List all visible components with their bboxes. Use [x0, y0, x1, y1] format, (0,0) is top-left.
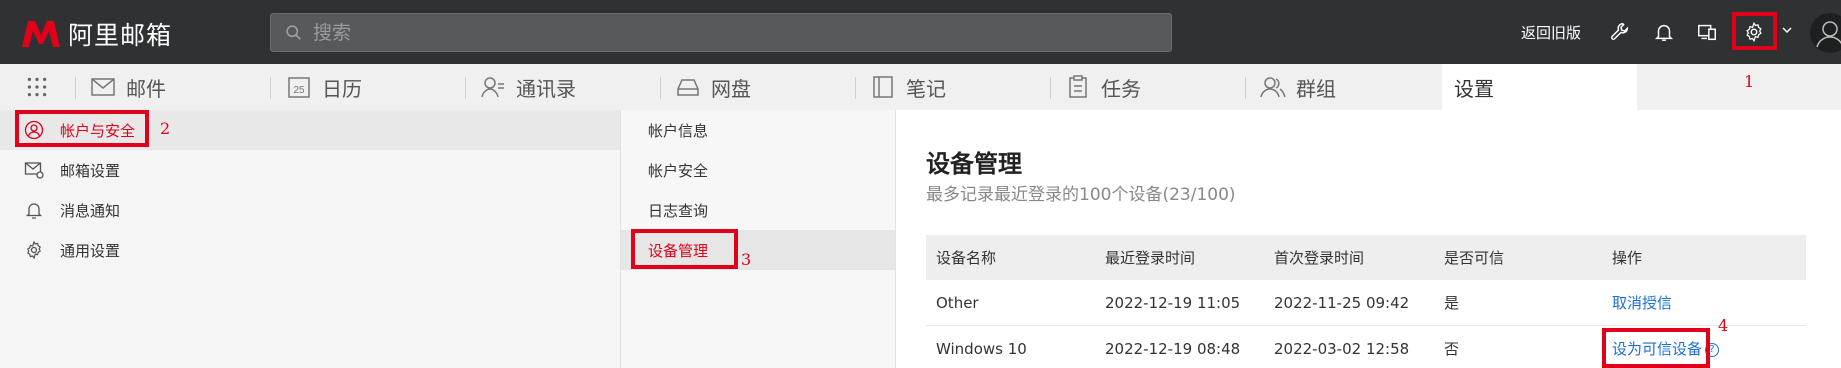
bell-icon: [25, 203, 43, 219]
column-header-last-login: 最近登录时间: [1105, 249, 1196, 267]
first-login-cell: 2022-11-25 09:42: [1274, 293, 1410, 312]
logo-text: 阿里邮箱: [68, 21, 173, 50]
logo[interactable]: 阿里邮箱: [20, 16, 172, 52]
revoke-trust-link[interactable]: 取消授信: [1612, 294, 1672, 312]
search-box[interactable]: [270, 13, 1172, 52]
annotation-number-3: 3: [741, 250, 752, 269]
tab-contacts[interactable]: 通讯录: [480, 64, 576, 110]
subnav-item-account-info[interactable]: 帐户信息: [621, 110, 895, 150]
tab-calendar[interactable]: 25 日历: [286, 64, 362, 110]
table-header: 设备名称 最近登录时间 首次登录时间 是否可信 操作: [926, 235, 1806, 280]
mail-icon: [91, 78, 115, 96]
annotation-box-device-management: [631, 229, 738, 269]
app-nav-bar: 邮件 25 日历 通讯录 网盘 笔记 任务 群组 设置: [0, 64, 1841, 110]
last-login-cell: 2022-12-19 08:48: [1105, 339, 1241, 358]
avatar[interactable]: [1810, 13, 1841, 53]
search-icon: [286, 25, 301, 40]
tab-settings[interactable]: 设置: [1442, 64, 1637, 110]
subnav-item-log-query[interactable]: 日志查询: [621, 190, 895, 230]
column-header-first-login: 首次登录时间: [1274, 249, 1365, 267]
annotation-box-account-security: [15, 110, 149, 147]
tab-mail[interactable]: 邮件: [90, 64, 166, 110]
search-input[interactable]: [313, 21, 1113, 44]
annotation-box-set-trusted: [1602, 328, 1710, 368]
column-header-device-name: 设备名称: [936, 249, 997, 267]
annotation-box-settings: [1732, 12, 1777, 50]
drive-icon: [677, 79, 699, 96]
column-header-trusted: 是否可信: [1444, 249, 1505, 267]
sidebar-item-notifications[interactable]: 消息通知: [0, 190, 620, 230]
page-subtitle: 最多记录最近登录的100个设备(23/100): [926, 185, 1236, 205]
device-switch-icon[interactable]: [1693, 18, 1721, 46]
aliyun-mail-logo-icon: [22, 21, 60, 47]
annotation-number-1: 1: [1744, 72, 1755, 91]
old-version-link[interactable]: 返回旧版: [1521, 22, 1581, 43]
notes-icon: [873, 76, 893, 98]
bell-icon[interactable]: [1650, 18, 1678, 46]
first-login-cell: 2022-03-02 12:58: [1274, 339, 1410, 358]
tasks-icon: [1069, 75, 1087, 98]
device-name-cell: Other: [936, 293, 979, 312]
annotation-number-4: 4: [1718, 316, 1729, 335]
trusted-cell: 否: [1444, 340, 1460, 358]
chevron-down-icon[interactable]: [1781, 24, 1793, 36]
gear-icon: [27, 240, 41, 260]
calendar-icon: 25: [288, 77, 310, 98]
grid-icon: [27, 77, 47, 97]
wrench-icon[interactable]: [1606, 18, 1634, 46]
page-title: 设备管理: [926, 150, 1022, 178]
tab-notes[interactable]: 笔记: [870, 64, 946, 110]
svg-text:25: 25: [293, 85, 305, 96]
top-bar: 阿里邮箱 返回旧版: [0, 0, 1841, 64]
group-icon: [1260, 77, 1286, 98]
tab-group[interactable]: 群组: [1260, 64, 1336, 110]
mail-gear-icon: [24, 162, 44, 179]
table-row: Other 2022-12-19 11:05 2022-11-25 09:42 …: [926, 280, 1806, 326]
sidebar-item-mailbox-settings[interactable]: 邮箱设置: [0, 150, 620, 190]
settings-sidebar: 帐户与安全 邮箱设置 消息通知 通用设置: [0, 110, 620, 368]
contacts-icon: [481, 77, 504, 98]
trusted-cell: 是: [1444, 294, 1460, 312]
column-header-action: 操作: [1612, 249, 1643, 267]
last-login-cell: 2022-12-19 11:05: [1105, 293, 1241, 312]
sidebar-item-general-settings[interactable]: 通用设置: [0, 230, 620, 270]
device-name-cell: Windows 10: [936, 339, 1027, 358]
annotation-number-2: 2: [160, 119, 171, 138]
tab-tasks[interactable]: 任务: [1065, 64, 1141, 110]
apps-grid-button[interactable]: [24, 64, 50, 110]
subnav-item-account-security[interactable]: 帐户安全: [621, 150, 895, 190]
tab-drive[interactable]: 网盘: [675, 64, 751, 110]
